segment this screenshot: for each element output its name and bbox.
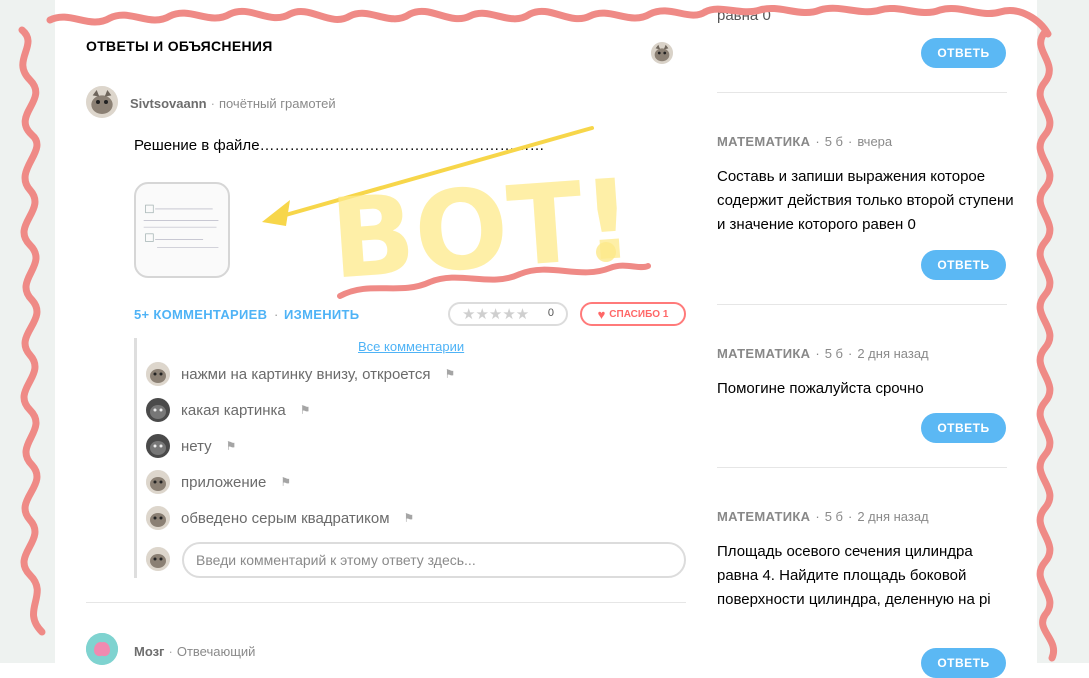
question-subject[interactable]: МАТЕМАТИКА — [717, 509, 810, 524]
question-time: 2 дня назад — [857, 346, 929, 361]
author-rank: почётный грамотей — [218, 96, 336, 111]
answer-text: Решение в файле………………………………………………… — [134, 137, 545, 154]
my-avatar — [146, 547, 170, 571]
next-author-avatar[interactable] — [86, 633, 118, 665]
sidebar-divider — [717, 467, 1007, 468]
sidebar-divider — [717, 92, 1007, 93]
comment-item: нажми на картинку внизу, откроется ⚑ — [146, 360, 455, 388]
question-time: 2 дня назад — [857, 509, 929, 524]
question-points: 5 б — [824, 509, 843, 524]
commenter-avatar[interactable] — [146, 362, 170, 386]
question-subject[interactable]: МАТЕМАТИКА — [717, 134, 810, 149]
attachment-thumbnail[interactable] — [134, 182, 230, 278]
author-avatar[interactable] — [86, 86, 118, 118]
flag-icon[interactable]: ⚑ — [444, 367, 455, 381]
flag-icon[interactable]: ⚑ — [300, 403, 311, 417]
question-text[interactable]: Помогине пожалуйста срочно — [717, 377, 1017, 401]
question-points: 5 б — [824, 346, 843, 361]
comment-text: нажми на картинку внизу, откроется — [181, 365, 431, 383]
question-meta: МАТЕМАТИКА · 5 б · вчера — [717, 134, 893, 149]
comment-text: какая картинка — [181, 401, 286, 419]
comment-item: приложение ⚑ — [146, 468, 291, 496]
comment-text: приложение — [181, 473, 267, 491]
author-meta: Sivtsovaann · почётный грамотей — [130, 96, 336, 111]
sidebar-divider — [717, 304, 1007, 305]
comment-text: обведено серым квадратиком — [181, 509, 390, 527]
question-meta: МАТЕМАТИКА · 5 б · 2 дня назад — [717, 346, 929, 361]
comment-item: нету ⚑ — [146, 432, 236, 460]
flag-icon[interactable]: ⚑ — [226, 439, 237, 453]
page-background-left — [0, 0, 55, 663]
question-meta: МАТЕМАТИКА · 5 б · 2 дня назад — [717, 509, 929, 524]
comment-text: нету — [181, 437, 212, 455]
commenter-avatar[interactable] — [146, 434, 170, 458]
section-title: ОТВЕТЫ И ОБЪЯСНЕНИЯ — [86, 38, 273, 54]
question-text[interactable]: Составь и запиши выражения которое содер… — [717, 165, 1017, 237]
commenter-avatar[interactable] — [146, 470, 170, 494]
thanks-button[interactable]: ♥ СПАСИБО 1 — [580, 302, 686, 326]
answer-button[interactable]: ОТВЕТЬ — [921, 648, 1006, 678]
commenter-avatar[interactable] — [146, 398, 170, 422]
comments-count-link[interactable]: 5+ КОММЕНТАРИЕВ — [134, 307, 267, 322]
comment-input[interactable] — [182, 542, 686, 578]
answers-divider — [86, 602, 686, 603]
comment-item: какая картинка ⚑ — [146, 396, 311, 424]
next-author-rank: Отвечающий — [176, 644, 256, 659]
flag-icon[interactable]: ⚑ — [280, 475, 291, 489]
question-subject[interactable]: МАТЕМАТИКА — [717, 346, 810, 361]
rating-count: 0 — [547, 307, 554, 319]
question-points: 5 б — [824, 134, 843, 149]
author-name[interactable]: Sivtsovaann — [130, 96, 207, 111]
thanks-label: СПАСИБО 1 — [609, 308, 669, 320]
answer-button[interactable]: ОТВЕТЬ — [921, 250, 1006, 280]
all-comments-link[interactable]: Все комментарии — [358, 339, 464, 354]
comments-thread-bar — [134, 338, 137, 578]
answer-button[interactable]: ОТВЕТЬ — [921, 413, 1006, 443]
rating-stars[interactable]: ★★★★★ 0 — [448, 302, 568, 326]
cut-question-text: равна 0 — [717, 7, 771, 24]
star-icons[interactable]: ★★★★★ — [462, 305, 529, 323]
link-separator: · — [274, 307, 279, 322]
page-background-right — [1037, 0, 1089, 663]
question-time: вчера — [857, 134, 893, 149]
edit-link[interactable]: ИЗМЕНИТЬ — [284, 307, 359, 322]
heart-icon: ♥ — [597, 306, 606, 322]
flag-icon[interactable]: ⚑ — [404, 511, 415, 525]
next-author-name[interactable]: Мозг — [134, 644, 164, 659]
user-avatar-icon[interactable] — [651, 42, 673, 64]
commenter-avatar[interactable] — [146, 506, 170, 530]
comment-item: обведено серым квадратиком ⚑ — [146, 504, 414, 532]
answer-button[interactable]: ОТВЕТЬ — [921, 38, 1006, 68]
question-text[interactable]: Площадь осевого сечения цилиндра равна 4… — [717, 540, 1017, 612]
next-author-meta: Мозг · Отвечающий — [134, 644, 256, 659]
